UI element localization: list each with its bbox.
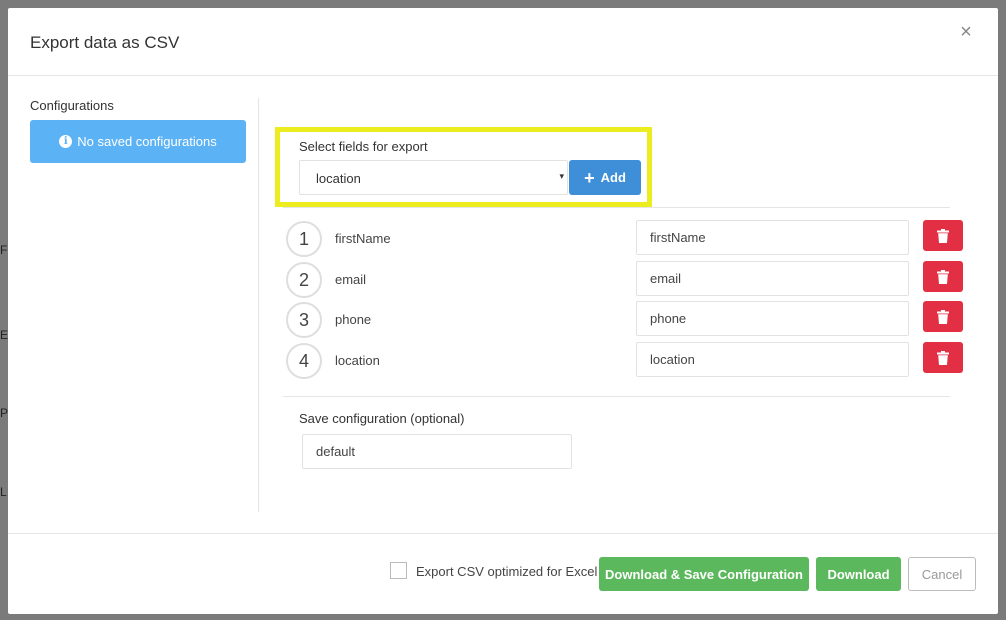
trash-icon — [937, 309, 949, 324]
section-divider — [283, 396, 950, 397]
trash-icon — [937, 228, 949, 243]
delete-field-button[interactable] — [923, 261, 963, 292]
field-row: 1 firstName firstName — [286, 220, 966, 257]
save-configuration-label: Save configuration (optional) — [299, 411, 465, 426]
background-text: L — [0, 485, 7, 499]
background-text: P — [0, 406, 8, 420]
cancel-button[interactable]: Cancel — [908, 557, 976, 591]
info-icon: i — [59, 135, 73, 148]
excel-optimized-checkbox[interactable] — [390, 562, 407, 579]
footer-divider — [8, 533, 998, 534]
field-select[interactable]: location ▾ — [299, 160, 568, 195]
field-name: email — [335, 272, 367, 287]
no-configurations-alert: i No saved configurations — [30, 120, 246, 163]
add-field-button[interactable]: + Add — [569, 160, 641, 195]
field-header-input[interactable]: phone — [636, 301, 909, 336]
background-text: F — [0, 243, 8, 257]
excel-optimized-label[interactable]: Export CSV optimized for Excel — [416, 564, 597, 579]
field-name: phone — [335, 312, 372, 327]
modal-header: Export data as CSV × — [8, 8, 998, 76]
no-configurations-text: No saved configurations — [77, 134, 217, 149]
export-csv-modal: Export data as CSV × Configurations i No… — [8, 8, 998, 614]
field-name: firstName — [335, 231, 391, 246]
field-name: location — [335, 353, 380, 368]
field-number: 1 — [286, 221, 322, 257]
delete-field-button[interactable] — [923, 301, 963, 332]
chevron-down-icon: ▾ — [559, 171, 564, 181]
close-icon[interactable]: × — [956, 22, 976, 42]
configurations-sidebar: Configurations i No saved configurations — [30, 98, 246, 163]
save-configuration-input[interactable]: default — [302, 434, 572, 469]
trash-icon — [937, 350, 949, 365]
download-button[interactable]: Download — [816, 557, 901, 591]
delete-field-button[interactable] — [923, 220, 963, 251]
download-save-configuration-button[interactable]: Download & Save Configuration — [599, 557, 809, 591]
field-row: 4 location location — [286, 342, 966, 379]
field-header-input[interactable]: firstName — [636, 220, 909, 255]
background-text: E — [0, 328, 8, 342]
configurations-title: Configurations — [30, 98, 114, 113]
modal-title: Export data as CSV — [30, 33, 180, 52]
trash-icon — [937, 269, 949, 284]
field-row: 2 email email — [286, 261, 966, 298]
field-number: 4 — [286, 343, 322, 379]
field-number: 3 — [286, 302, 322, 338]
delete-field-button[interactable] — [923, 342, 963, 373]
field-header-input[interactable]: email — [636, 261, 909, 296]
add-field-label: Add — [600, 170, 626, 185]
section-divider — [283, 207, 950, 208]
field-row: 3 phone phone — [286, 301, 966, 338]
plus-icon: + — [584, 167, 595, 188]
field-number: 2 — [286, 262, 322, 298]
field-select-value: location — [316, 171, 361, 186]
select-fields-label: Select fields for export — [299, 139, 428, 154]
sidebar-divider — [258, 98, 259, 512]
field-header-input[interactable]: location — [636, 342, 909, 377]
